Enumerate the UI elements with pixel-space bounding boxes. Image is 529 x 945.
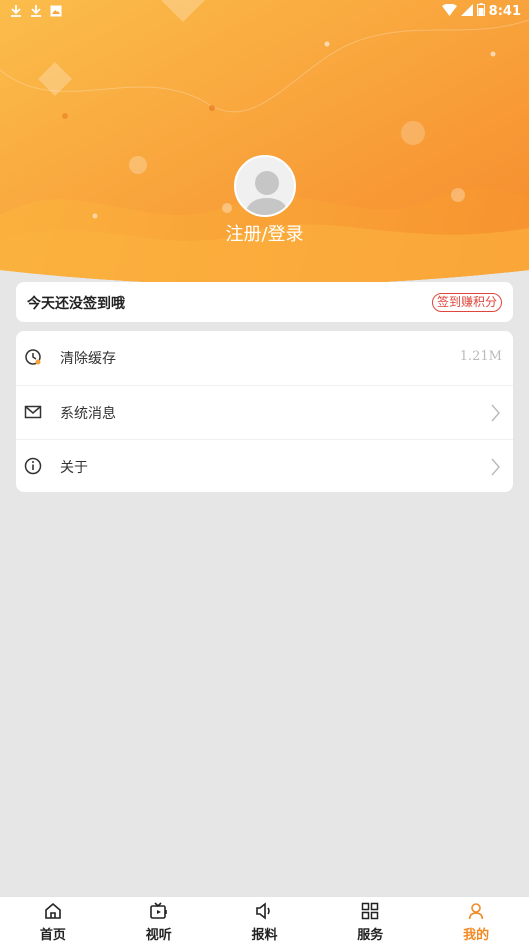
download-icon [30,4,42,21]
info-icon [24,457,42,475]
mail-icon [24,403,42,421]
home-icon [45,902,61,919]
tab-services[interactable]: 服务 [317,897,423,945]
checkin-button[interactable]: 签到赚积分 [431,293,502,312]
status-time: 8:41 [488,4,521,19]
bottom-tab-bar: 首页 视听 报料 服务 我的 [0,896,529,945]
tab-label: 视听 [145,928,172,943]
speaker-icon [256,902,271,920]
tab-label: 服务 [357,928,384,943]
menu-item-label: 关于 [60,460,88,476]
chevron-right-icon [489,457,501,477]
chevron-right-icon [489,403,501,423]
profile-header [0,0,529,290]
battery-icon [476,3,485,20]
tab-label: 首页 [39,928,66,943]
tab-mine[interactable]: 我的 [423,897,529,945]
avatar[interactable] [234,155,296,217]
tab-label: 报料 [251,928,278,943]
settings-menu: 清除缓存 1.21M 系统消息 关于 [16,331,513,492]
tab-home[interactable]: 首页 [0,897,106,945]
clock-icon [24,348,42,366]
status-bar: 8:41 [0,0,529,24]
menu-item-about[interactable]: 关于 [16,439,513,493]
checkin-title: 今天还没签到哦 [27,296,125,312]
person-icon [468,903,484,920]
download-icon [10,4,22,21]
tab-report[interactable]: 报料 [212,897,318,945]
menu-item-system-messages[interactable]: 系统消息 [16,385,513,439]
tab-media[interactable]: 视听 [106,897,212,945]
cache-size: 1.21M [459,349,502,364]
checkin-card: 今天还没签到哦 签到赚积分 [16,282,513,322]
tab-label: 我的 [463,928,490,943]
login-register-link[interactable]: 注册/登录 [0,220,529,246]
header-background [0,0,529,290]
menu-item-label: 系统消息 [60,406,116,422]
grid-icon [362,902,379,920]
image-icon [50,5,62,21]
wifi-icon [441,3,457,20]
menu-item-label: 清除缓存 [60,351,116,367]
menu-item-clear-cache[interactable]: 清除缓存 1.21M [16,331,513,385]
tv-icon [149,902,167,919]
signal-icon [460,3,473,20]
